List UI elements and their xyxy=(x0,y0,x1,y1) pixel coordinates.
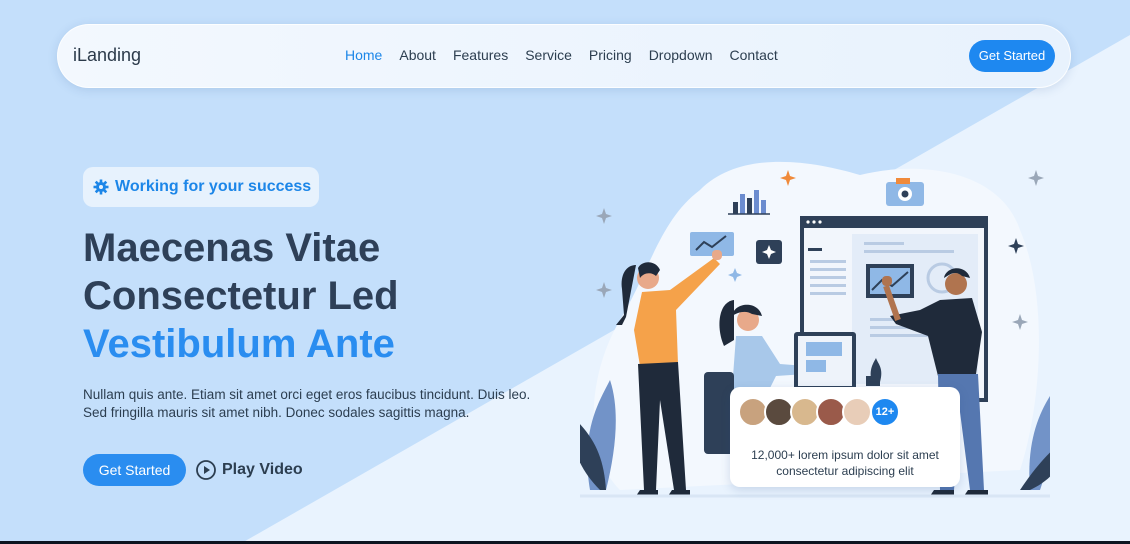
nav-features[interactable]: Features xyxy=(453,47,508,63)
camera-icon xyxy=(886,178,924,206)
play-icon xyxy=(196,460,216,480)
avatar-group: 12+ xyxy=(738,397,900,427)
social-proof-line1: 12,000+ lorem ipsum dolor sit amet xyxy=(751,448,939,462)
hero-title-line2: Consectetur Led xyxy=(83,274,399,318)
social-proof-text: 12,000+ lorem ipsum dolor sit amet conse… xyxy=(730,447,960,479)
hero-badge-text: Working for your success xyxy=(115,178,312,195)
hero-title-line1: Maecenas Vitae xyxy=(83,226,381,270)
nav-pricing[interactable]: Pricing xyxy=(589,47,632,63)
nav-about[interactable]: About xyxy=(399,47,436,63)
avatar xyxy=(842,397,872,427)
social-proof-card: 12+ 12,000+ lorem ipsum dolor sit amet c… xyxy=(730,387,960,487)
site-logo[interactable]: iLanding xyxy=(73,45,141,66)
nav-home[interactable]: Home xyxy=(345,47,382,63)
hero-get-started-button[interactable]: Get Started xyxy=(83,454,186,486)
nav-contact[interactable]: Contact xyxy=(730,47,778,63)
nav-service[interactable]: Service xyxy=(525,47,572,63)
play-video-link[interactable]: Play Video xyxy=(196,460,303,480)
nav-dropdown[interactable]: Dropdown xyxy=(649,47,713,63)
main-nav: Home About Features Service Pricing Drop… xyxy=(345,47,795,63)
header-navbar: iLanding Home About Features Service Pri… xyxy=(57,24,1071,88)
avatar-count-badge: 12+ xyxy=(870,397,900,427)
play-video-label: Play Video xyxy=(222,461,303,478)
hero-title-line3: Vestibulum Ante xyxy=(83,322,395,366)
hero-badge: Working for your success xyxy=(83,167,319,207)
social-proof-line2: consectetur adipiscing elit xyxy=(776,464,914,478)
header-get-started-button[interactable]: Get Started xyxy=(969,40,1055,72)
gear-icon xyxy=(93,179,109,195)
hero-paragraph: Nullam quis ante. Etiam sit amet orci eg… xyxy=(83,387,531,420)
